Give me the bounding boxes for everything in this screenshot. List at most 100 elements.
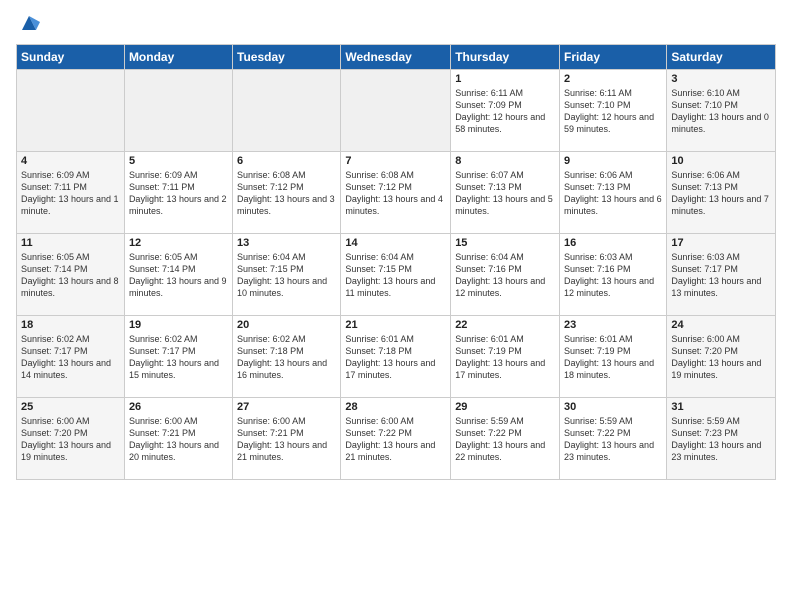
calendar-cell: 16Sunrise: 6:03 AM Sunset: 7:16 PM Dayli… [560,234,667,316]
calendar-cell [124,70,232,152]
calendar-cell: 26 Sunrise: 6:00 AM Sunset: 7:21 PM Dayli… [124,398,232,480]
day-info: Sunrise: 6:06 AM Sunset: 7:13 PM Dayligh… [564,169,662,218]
calendar-cell: 31 Sunrise: 5:59 AM Sunset: 7:23 PM Dayli… [667,398,776,480]
day-info: Sunrise: 6:03 AM Sunset: 7:17 PM Dayligh… [671,251,771,300]
calendar-cell: 9 Sunrise: 6:06 AM Sunset: 7:13 PM Daylig… [560,152,667,234]
calendar-cell: 21Sunrise: 6:01 AM Sunset: 7:18 PM Dayli… [341,316,451,398]
header [16,12,776,34]
day-number: 24 [671,319,771,331]
day-info: Sunrise: 6:00 AM Sunset: 7:21 PM Dayligh… [129,415,228,464]
day-info: Sunrise: 6:06 AM Sunset: 7:13 PM Dayligh… [671,169,771,218]
day-number: 13 [237,237,336,249]
calendar-cell: 5Sunrise: 6:09 AM Sunset: 7:11 PM Daylig… [124,152,232,234]
page: SundayMondayTuesdayWednesdayThursdayFrid… [0,0,792,612]
day-number: 4 [21,155,120,167]
day-number: 1 [455,73,555,85]
calendar-cell [341,70,451,152]
day-number: 5 [129,155,228,167]
day-info: Sunrise: 6:02 AM Sunset: 7:18 PM Dayligh… [237,333,336,382]
calendar-table: SundayMondayTuesdayWednesdayThursdayFrid… [16,44,776,480]
day-info: Sunrise: 6:08 AM Sunset: 7:12 PM Dayligh… [345,169,446,218]
day-number: 22 [455,319,555,331]
calendar-week-row: 18 Sunrise: 6:02 AM Sunset: 7:17 PM Dayli… [17,316,776,398]
day-number: 14 [345,237,446,249]
calendar-cell: 29Sunrise: 5:59 AM Sunset: 7:22 PM Dayli… [451,398,560,480]
day-number: 17 [671,237,771,249]
day-info: Sunrise: 6:07 AM Sunset: 7:13 PM Dayligh… [455,169,555,218]
calendar-day-header: Wednesday [341,45,451,70]
calendar-cell: 10 Sunrise: 6:06 AM Sunset: 7:13 PM Dayli… [667,152,776,234]
day-number: 18 [21,319,120,331]
day-number: 21 [345,319,446,331]
calendar-header-row: SundayMondayTuesdayWednesdayThursdayFrid… [17,45,776,70]
calendar-day-header: Friday [560,45,667,70]
calendar-cell: 13 Sunrise: 6:04 AM Sunset: 7:15 PM Dayli… [233,234,341,316]
day-number: 3 [671,73,771,85]
calendar-cell: 11Sunrise: 6:05 AM Sunset: 7:14 PM Dayli… [17,234,125,316]
calendar-cell: 27 Sunrise: 6:00 AM Sunset: 7:21 PM Dayli… [233,398,341,480]
calendar-cell: 19 Sunrise: 6:02 AM Sunset: 7:17 PM Dayli… [124,316,232,398]
day-info: Sunrise: 6:11 AM Sunset: 7:10 PM Dayligh… [564,87,662,136]
calendar-week-row: 1 Sunrise: 6:11 AM Sunset: 7:09 PM Daylig… [17,70,776,152]
day-number: 6 [237,155,336,167]
calendar-cell: 20Sunrise: 6:02 AM Sunset: 7:18 PM Dayli… [233,316,341,398]
calendar-cell: 14 Sunrise: 6:04 AM Sunset: 7:15 PM Dayli… [341,234,451,316]
day-info: Sunrise: 6:11 AM Sunset: 7:09 PM Dayligh… [455,87,555,136]
day-number: 7 [345,155,446,167]
day-info: Sunrise: 6:04 AM Sunset: 7:15 PM Dayligh… [345,251,446,300]
day-info: Sunrise: 6:00 AM Sunset: 7:20 PM Dayligh… [21,415,120,464]
day-info: Sunrise: 6:01 AM Sunset: 7:19 PM Dayligh… [564,333,662,382]
day-info: Sunrise: 6:00 AM Sunset: 7:21 PM Dayligh… [237,415,336,464]
day-number: 25 [21,401,120,413]
day-number: 27 [237,401,336,413]
calendar-week-row: 25 Sunrise: 6:00 AM Sunset: 7:20 PM Dayli… [17,398,776,480]
calendar-cell: 24Sunrise: 6:00 AM Sunset: 7:20 PM Dayli… [667,316,776,398]
calendar-week-row: 11Sunrise: 6:05 AM Sunset: 7:14 PM Dayli… [17,234,776,316]
calendar-day-header: Saturday [667,45,776,70]
calendar-cell: 7 Sunrise: 6:08 AM Sunset: 7:12 PM Daylig… [341,152,451,234]
day-number: 19 [129,319,228,331]
day-number: 23 [564,319,662,331]
calendar-cell: 25 Sunrise: 6:00 AM Sunset: 7:20 PM Dayli… [17,398,125,480]
calendar-cell: 28Sunrise: 6:00 AM Sunset: 7:22 PM Dayli… [341,398,451,480]
calendar-cell: 12 Sunrise: 6:05 AM Sunset: 7:14 PM Dayli… [124,234,232,316]
day-number: 2 [564,73,662,85]
calendar-day-header: Monday [124,45,232,70]
day-number: 10 [671,155,771,167]
day-number: 26 [129,401,228,413]
logo-icon [18,12,36,34]
calendar-cell: 18 Sunrise: 6:02 AM Sunset: 7:17 PM Dayli… [17,316,125,398]
calendar-cell: 8 Sunrise: 6:07 AM Sunset: 7:13 PM Daylig… [451,152,560,234]
day-info: Sunrise: 6:08 AM Sunset: 7:12 PM Dayligh… [237,169,336,218]
calendar-cell: 17 Sunrise: 6:03 AM Sunset: 7:17 PM Dayli… [667,234,776,316]
calendar-cell: 2 Sunrise: 6:11 AM Sunset: 7:10 PM Daylig… [560,70,667,152]
day-info: Sunrise: 6:10 AM Sunset: 7:10 PM Dayligh… [671,87,771,136]
day-number: 9 [564,155,662,167]
day-info: Sunrise: 6:02 AM Sunset: 7:17 PM Dayligh… [129,333,228,382]
day-info: Sunrise: 6:05 AM Sunset: 7:14 PM Dayligh… [129,251,228,300]
logo [16,12,36,34]
day-number: 31 [671,401,771,413]
day-number: 8 [455,155,555,167]
calendar-cell: 15Sunrise: 6:04 AM Sunset: 7:16 PM Dayli… [451,234,560,316]
day-info: Sunrise: 6:02 AM Sunset: 7:17 PM Dayligh… [21,333,120,382]
day-info: Sunrise: 6:09 AM Sunset: 7:11 PM Dayligh… [21,169,120,218]
day-number: 16 [564,237,662,249]
day-number: 30 [564,401,662,413]
day-info: Sunrise: 6:05 AM Sunset: 7:14 PM Dayligh… [21,251,120,300]
calendar-week-row: 4 Sunrise: 6:09 AM Sunset: 7:11 PM Daylig… [17,152,776,234]
calendar-day-header: Tuesday [233,45,341,70]
day-number: 12 [129,237,228,249]
day-info: Sunrise: 6:00 AM Sunset: 7:22 PM Dayligh… [345,415,446,464]
day-info: Sunrise: 6:04 AM Sunset: 7:15 PM Dayligh… [237,251,336,300]
day-info: Sunrise: 5:59 AM Sunset: 7:23 PM Dayligh… [671,415,771,464]
day-info: Sunrise: 6:04 AM Sunset: 7:16 PM Dayligh… [455,251,555,300]
calendar-cell: 22Sunrise: 6:01 AM Sunset: 7:19 PM Dayli… [451,316,560,398]
calendar-cell [17,70,125,152]
calendar-cell: 30 Sunrise: 5:59 AM Sunset: 7:22 PM Dayli… [560,398,667,480]
calendar-cell: 23 Sunrise: 6:01 AM Sunset: 7:19 PM Dayli… [560,316,667,398]
calendar-cell: 1 Sunrise: 6:11 AM Sunset: 7:09 PM Daylig… [451,70,560,152]
day-number: 29 [455,401,555,413]
day-info: Sunrise: 5:59 AM Sunset: 7:22 PM Dayligh… [564,415,662,464]
calendar-cell: 3 Sunrise: 6:10 AM Sunset: 7:10 PM Daylig… [667,70,776,152]
